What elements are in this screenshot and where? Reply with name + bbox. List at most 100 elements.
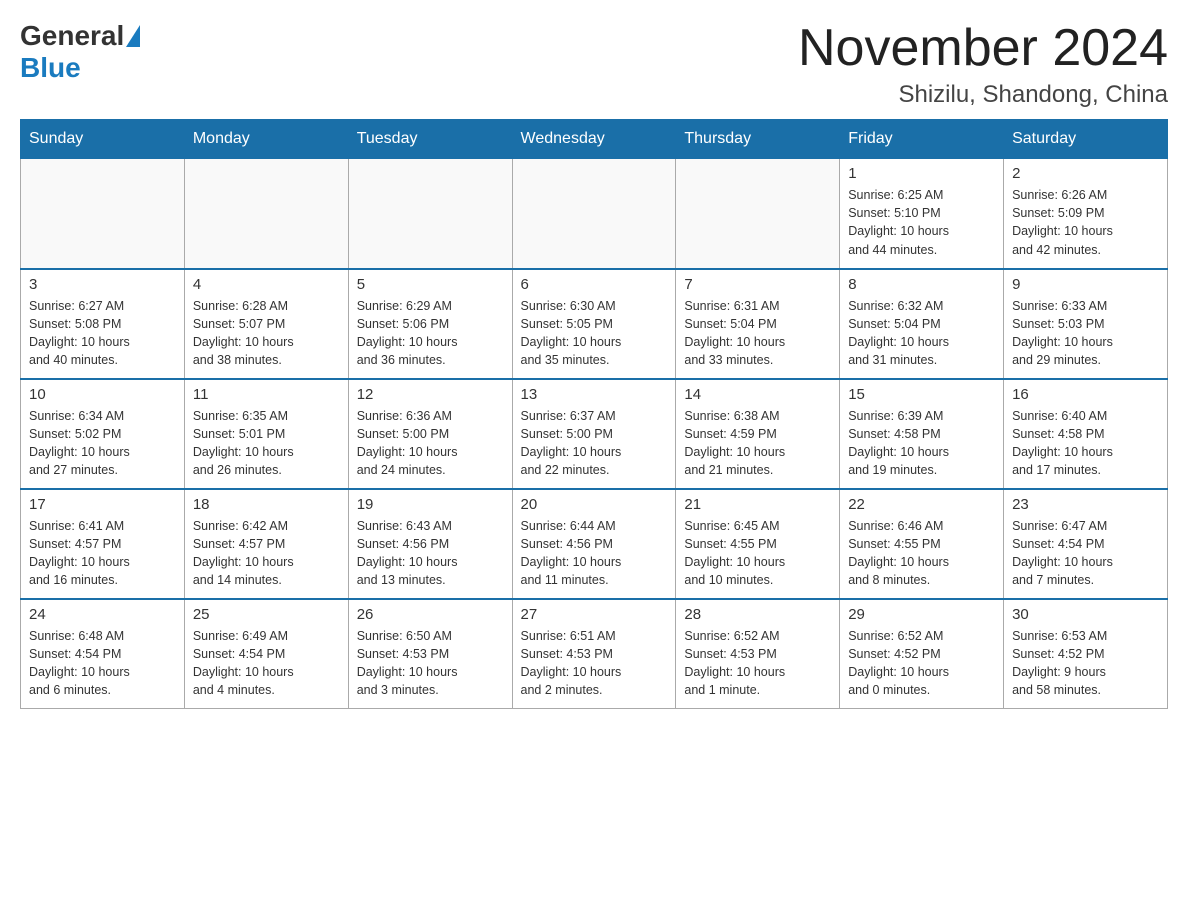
day-info: Sunrise: 6:35 AM Sunset: 5:01 PM Dayligh… [193,407,340,480]
day-info: Sunrise: 6:51 AM Sunset: 4:53 PM Dayligh… [521,627,668,700]
calendar-day-cell: 29 Sunrise: 6:52 AM Sunset: 4:52 PM Dayli… [840,599,1004,709]
calendar-day-cell: 18 Sunrise: 6:42 AM Sunset: 4:57 PM Dayli… [184,489,348,599]
calendar-day-cell: 2 Sunrise: 6:26 AM Sunset: 5:09 PM Daylig… [1004,159,1168,269]
calendar-day-cell: 7 Sunrise: 6:31 AM Sunset: 5:04 PM Daylig… [676,269,840,379]
day-number: 15 [848,386,995,403]
day-number: 16 [1012,386,1159,403]
calendar-day-cell: 25Sunrise: 6:49 AM Sunset: 4:54 PM Dayli… [184,599,348,709]
day-info: Sunrise: 6:46 AM Sunset: 4:55 PM Dayligh… [848,517,995,590]
calendar-day-cell: 11 Sunrise: 6:35 AM Sunset: 5:01 PM Dayli… [184,379,348,489]
day-info: Sunrise: 6:29 AM Sunset: 5:06 PM Dayligh… [357,297,504,370]
day-info: Sunrise: 6:26 AM Sunset: 5:09 PM Dayligh… [1012,186,1159,259]
day-number: 29 [848,606,995,623]
day-info: Sunrise: 6:28 AM Sunset: 5:07 PM Dayligh… [193,297,340,370]
calendar-day-cell [184,159,348,269]
day-info: Sunrise: 6:53 AM Sunset: 4:52 PM Dayligh… [1012,627,1159,700]
calendar-day-cell: 26 Sunrise: 6:50 AM Sunset: 4:53 PM Dayli… [348,599,512,709]
location-title: Shizilu, Shandong, China [798,81,1168,109]
page-header: General Blue November 2024 Shizilu, Shan… [20,20,1168,109]
day-number: 25 [193,606,340,623]
day-number: 20 [521,496,668,513]
day-number: 14 [684,386,831,403]
calendar-day-cell: 5Sunrise: 6:29 AM Sunset: 5:06 PM Daylig… [348,269,512,379]
calendar-day-cell [512,159,676,269]
day-info: Sunrise: 6:31 AM Sunset: 5:04 PM Dayligh… [684,297,831,370]
logo: General Blue [20,20,142,84]
day-info: Sunrise: 6:33 AM Sunset: 5:03 PM Dayligh… [1012,297,1159,370]
day-number: 7 [684,276,831,293]
day-number: 18 [193,496,340,513]
day-info: Sunrise: 6:39 AM Sunset: 4:58 PM Dayligh… [848,407,995,480]
day-info: Sunrise: 6:40 AM Sunset: 4:58 PM Dayligh… [1012,407,1159,480]
calendar-day-cell: 17 Sunrise: 6:41 AM Sunset: 4:57 PM Dayli… [21,489,185,599]
day-info: Sunrise: 6:41 AM Sunset: 4:57 PM Dayligh… [29,517,176,590]
day-of-week-header: Wednesday [512,120,676,159]
calendar-day-cell: 27 Sunrise: 6:51 AM Sunset: 4:53 PM Dayli… [512,599,676,709]
day-number: 27 [521,606,668,623]
day-info: Sunrise: 6:50 AM Sunset: 4:53 PM Dayligh… [357,627,504,700]
day-info: Sunrise: 6:36 AM Sunset: 5:00 PM Dayligh… [357,407,504,480]
calendar-day-cell [21,159,185,269]
calendar-day-cell [348,159,512,269]
calendar-day-cell: 1 Sunrise: 6:25 AM Sunset: 5:10 PM Daylig… [840,159,1004,269]
day-info: Sunrise: 6:34 AM Sunset: 5:02 PM Dayligh… [29,407,176,480]
calendar-week-row: 17 Sunrise: 6:41 AM Sunset: 4:57 PM Dayli… [21,489,1168,599]
calendar-day-cell [676,159,840,269]
calendar-day-cell: 15 Sunrise: 6:39 AM Sunset: 4:58 PM Dayli… [840,379,1004,489]
day-info: Sunrise: 6:27 AM Sunset: 5:08 PM Dayligh… [29,297,176,370]
day-number: 30 [1012,606,1159,623]
calendar-day-cell: 20 Sunrise: 6:44 AM Sunset: 4:56 PM Dayli… [512,489,676,599]
day-number: 4 [193,276,340,293]
day-number: 8 [848,276,995,293]
calendar-day-cell: 9 Sunrise: 6:33 AM Sunset: 5:03 PM Daylig… [1004,269,1168,379]
day-of-week-header: Saturday [1004,120,1168,159]
calendar-header-row: SundayMondayTuesdayWednesdayThursdayFrid… [21,120,1168,159]
day-info: Sunrise: 6:42 AM Sunset: 4:57 PM Dayligh… [193,517,340,590]
calendar-day-cell: 30 Sunrise: 6:53 AM Sunset: 4:52 PM Dayli… [1004,599,1168,709]
day-number: 11 [193,386,340,403]
day-number: 13 [521,386,668,403]
day-number: 2 [1012,165,1159,182]
calendar-week-row: 24 Sunrise: 6:48 AM Sunset: 4:54 PM Dayli… [21,599,1168,709]
calendar-week-row: 3 Sunrise: 6:27 AM Sunset: 5:08 PM Daylig… [21,269,1168,379]
day-of-week-header: Friday [840,120,1004,159]
calendar-week-row: 10Sunrise: 6:34 AM Sunset: 5:02 PM Dayli… [21,379,1168,489]
calendar-day-cell: 21 Sunrise: 6:45 AM Sunset: 4:55 PM Dayli… [676,489,840,599]
calendar-day-cell: 24 Sunrise: 6:48 AM Sunset: 4:54 PM Dayli… [21,599,185,709]
day-number: 26 [357,606,504,623]
day-number: 22 [848,496,995,513]
day-of-week-header: Sunday [21,120,185,159]
day-info: Sunrise: 6:48 AM Sunset: 4:54 PM Dayligh… [29,627,176,700]
day-info: Sunrise: 6:45 AM Sunset: 4:55 PM Dayligh… [684,517,831,590]
calendar-day-cell: 22 Sunrise: 6:46 AM Sunset: 4:55 PM Dayli… [840,489,1004,599]
day-number: 28 [684,606,831,623]
day-number: 21 [684,496,831,513]
title-block: November 2024 Shizilu, Shandong, China [798,20,1168,109]
day-of-week-header: Monday [184,120,348,159]
day-number: 24 [29,606,176,623]
day-info: Sunrise: 6:25 AM Sunset: 5:10 PM Dayligh… [848,186,995,259]
calendar-day-cell: 12Sunrise: 6:36 AM Sunset: 5:00 PM Dayli… [348,379,512,489]
day-info: Sunrise: 6:44 AM Sunset: 4:56 PM Dayligh… [521,517,668,590]
calendar-day-cell: 4 Sunrise: 6:28 AM Sunset: 5:07 PM Daylig… [184,269,348,379]
day-info: Sunrise: 6:43 AM Sunset: 4:56 PM Dayligh… [357,517,504,590]
calendar-day-cell: 10Sunrise: 6:34 AM Sunset: 5:02 PM Dayli… [21,379,185,489]
day-number: 3 [29,276,176,293]
calendar-day-cell: 23Sunrise: 6:47 AM Sunset: 4:54 PM Dayli… [1004,489,1168,599]
day-info: Sunrise: 6:32 AM Sunset: 5:04 PM Dayligh… [848,297,995,370]
day-info: Sunrise: 6:37 AM Sunset: 5:00 PM Dayligh… [521,407,668,480]
day-info: Sunrise: 6:52 AM Sunset: 4:52 PM Dayligh… [848,627,995,700]
day-number: 19 [357,496,504,513]
calendar-week-row: 1 Sunrise: 6:25 AM Sunset: 5:10 PM Daylig… [21,159,1168,269]
day-number: 6 [521,276,668,293]
calendar-day-cell: 6Sunrise: 6:30 AM Sunset: 5:05 PM Daylig… [512,269,676,379]
day-number: 23 [1012,496,1159,513]
calendar-day-cell: 16 Sunrise: 6:40 AM Sunset: 4:58 PM Dayli… [1004,379,1168,489]
day-number: 9 [1012,276,1159,293]
calendar-table: SundayMondayTuesdayWednesdayThursdayFrid… [20,119,1168,709]
day-number: 1 [848,165,995,182]
calendar-day-cell: 14 Sunrise: 6:38 AM Sunset: 4:59 PM Dayli… [676,379,840,489]
day-info: Sunrise: 6:38 AM Sunset: 4:59 PM Dayligh… [684,407,831,480]
day-number: 17 [29,496,176,513]
month-title: November 2024 [798,20,1168,77]
